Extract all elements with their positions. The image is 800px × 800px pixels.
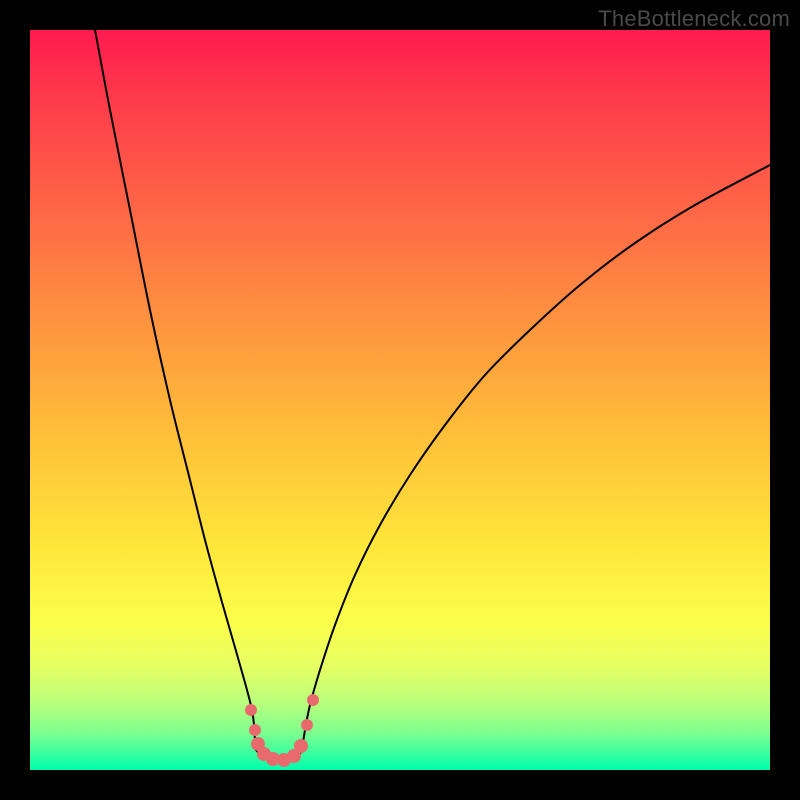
- valley-marker: [307, 694, 319, 706]
- left-descending-curve: [95, 30, 256, 750]
- valley-marker: [249, 724, 261, 736]
- watermark-text: TheBottleneck.com: [598, 6, 790, 32]
- chart-frame: [30, 30, 770, 770]
- valley-marker: [245, 704, 257, 716]
- valley-marker: [294, 739, 308, 753]
- bottleneck-curve-plot: [30, 30, 770, 770]
- valley-marker: [301, 719, 313, 731]
- valley-marker-group: [245, 694, 319, 767]
- right-ascending-curve: [302, 165, 770, 750]
